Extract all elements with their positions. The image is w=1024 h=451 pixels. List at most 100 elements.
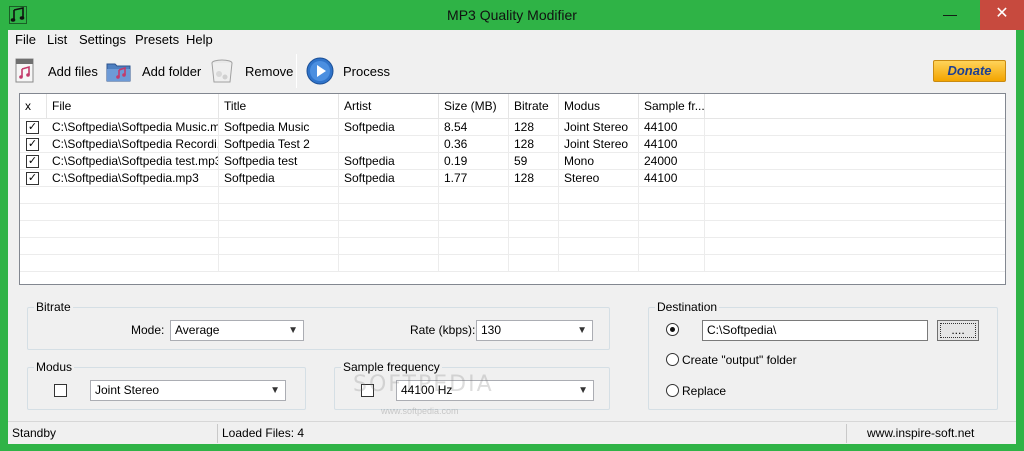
cell-title: Softpedia test — [219, 153, 339, 170]
add-folder-icon — [106, 63, 131, 82]
modus-group: Modus Joint Stereo ▼ — [27, 360, 306, 410]
watermark-url: www.softpedia.com — [381, 406, 459, 416]
cell-modus: Joint Stereo — [559, 119, 639, 136]
add-folder-label: Add folder — [142, 63, 202, 79]
menu-bar: File List Settings Presets Help — [8, 30, 1016, 50]
empty-row — [20, 187, 1005, 204]
trash-icon — [211, 59, 233, 83]
menu-file[interactable]: File — [15, 32, 36, 47]
destination-path-radio[interactable] — [666, 323, 679, 336]
play-icon — [306, 57, 334, 85]
destination-group-title: Destination — [655, 300, 720, 314]
table-row[interactable]: ✓ C:\Softpedia\Softpedia.mp3 Softpedia S… — [20, 170, 1005, 187]
cell-title: Softpedia Music — [219, 119, 339, 136]
cell-artist — [339, 136, 439, 153]
file-list[interactable]: x File Title Artist Size (MB) Bitrate Mo… — [19, 93, 1006, 285]
main-window: File List Settings Presets Help Add file… — [8, 30, 1016, 444]
empty-row — [20, 238, 1005, 255]
column-header-title[interactable]: Title — [219, 94, 339, 119]
cell-artist: Softpedia — [339, 170, 439, 187]
chevron-down-icon: ▼ — [288, 325, 298, 336]
column-header-modus[interactable]: Modus — [559, 94, 639, 119]
list-header: x File Title Artist Size (MB) Bitrate Mo… — [20, 94, 1005, 119]
cell-size: 0.36 — [439, 136, 509, 153]
mode-value: Average — [175, 323, 220, 337]
cell-file: C:\Softpedia\Softpedia.mp3 — [47, 170, 219, 187]
cell-sample: 44100 — [639, 119, 705, 136]
cell-bitrate: 128 — [509, 170, 559, 187]
rate-select[interactable]: 130 ▼ — [476, 320, 593, 341]
create-output-folder-label[interactable]: Create "output" folder — [682, 353, 797, 367]
menu-settings[interactable]: Settings — [79, 32, 126, 47]
cell-modus: Joint Stereo — [559, 136, 639, 153]
menu-help[interactable]: Help — [186, 32, 213, 47]
mode-label: Mode: — [131, 323, 165, 337]
cell-bitrate: 128 — [509, 119, 559, 136]
window-title: MP3 Quality Modifier — [447, 7, 577, 23]
create-output-folder-radio[interactable] — [666, 353, 679, 366]
process-label: Process — [343, 63, 390, 79]
cell-sample: 44100 — [639, 170, 705, 187]
chevron-down-icon: ▼ — [270, 385, 280, 396]
donate-button[interactable]: Donate — [933, 60, 1006, 82]
add-files-label: Add files — [48, 63, 98, 79]
destination-group: Destination C:\Softpedia\ .... Create "o… — [648, 300, 998, 410]
row-checkbox[interactable]: ✓ — [26, 138, 39, 151]
modus-checkbox[interactable] — [54, 384, 67, 397]
status-loaded-files: Loaded Files: 4 — [222, 426, 305, 440]
table-row[interactable]: ✓ C:\Softpedia\Softpedia Music.m... Soft… — [20, 119, 1005, 136]
cell-size: 8.54 — [439, 119, 509, 136]
cell-file: C:\Softpedia\Softpedia Recordi... — [47, 136, 219, 153]
empty-row — [20, 255, 1005, 272]
cell-sample: 24000 — [639, 153, 705, 170]
cell-file: C:\Softpedia\Softpedia Music.m... — [47, 119, 219, 136]
column-header-sample[interactable]: Sample fr... — [639, 94, 705, 119]
cell-sample: 44100 — [639, 136, 705, 153]
cell-artist: Softpedia — [339, 119, 439, 136]
row-checkbox[interactable]: ✓ — [26, 155, 39, 168]
toolbar-separator — [296, 54, 297, 88]
cell-artist: Softpedia — [339, 153, 439, 170]
column-header-x[interactable]: x — [20, 94, 47, 119]
bitrate-group: Bitrate Mode: Average ▼ Rate (kbps): 130… — [27, 300, 610, 350]
menu-list[interactable]: List — [47, 32, 67, 47]
replace-label[interactable]: Replace — [682, 384, 726, 398]
rate-label: Rate (kbps): — [410, 323, 476, 337]
row-checkbox[interactable]: ✓ — [26, 121, 39, 134]
close-button[interactable]: ✕ — [980, 0, 1024, 30]
minimize-button[interactable]: — — [936, 0, 964, 30]
column-header-bitrate[interactable]: Bitrate — [509, 94, 559, 119]
cell-modus: Stereo — [559, 170, 639, 187]
cell-modus: Mono — [559, 153, 639, 170]
mode-select[interactable]: Average ▼ — [170, 320, 304, 341]
browse-button[interactable]: .... — [937, 320, 979, 341]
row-checkbox[interactable]: ✓ — [26, 172, 39, 185]
add-folder-button[interactable]: Add folder — [104, 54, 201, 88]
destination-path-input[interactable]: C:\Softpedia\ — [702, 320, 928, 341]
column-header-size[interactable]: Size (MB) — [439, 94, 509, 119]
cell-bitrate: 128 — [509, 136, 559, 153]
status-separator — [846, 424, 847, 443]
column-header-file[interactable]: File — [47, 94, 219, 119]
cell-size: 0.19 — [439, 153, 509, 170]
cell-file: C:\Softpedia\Softpedia test.mp3 — [47, 153, 219, 170]
column-header-artist[interactable]: Artist — [339, 94, 439, 119]
table-row[interactable]: ✓ C:\Softpedia\Softpedia test.mp3 Softpe… — [20, 153, 1005, 170]
process-button[interactable]: Process — [305, 54, 390, 88]
cell-size: 1.77 — [439, 170, 509, 187]
remove-button[interactable]: Remove — [207, 54, 293, 88]
cell-bitrate: 59 — [509, 153, 559, 170]
status-website-link[interactable]: www.inspire-soft.net — [863, 422, 1013, 445]
chevron-down-icon: ▼ — [578, 385, 588, 396]
add-files-icon — [15, 58, 34, 83]
watermark: SOFTPEDIA — [353, 372, 494, 397]
add-files-button[interactable]: Add files — [10, 54, 98, 88]
status-state: Standby — [12, 426, 57, 440]
modus-select[interactable]: Joint Stereo ▼ — [90, 380, 286, 401]
empty-row — [20, 204, 1005, 221]
table-row[interactable]: ✓ C:\Softpedia\Softpedia Recordi... Soft… — [20, 136, 1005, 153]
modus-value: Joint Stereo — [95, 383, 160, 397]
cell-title: Softpedia Test 2 — [219, 136, 339, 153]
menu-presets[interactable]: Presets — [135, 32, 179, 47]
replace-radio[interactable] — [666, 384, 679, 397]
